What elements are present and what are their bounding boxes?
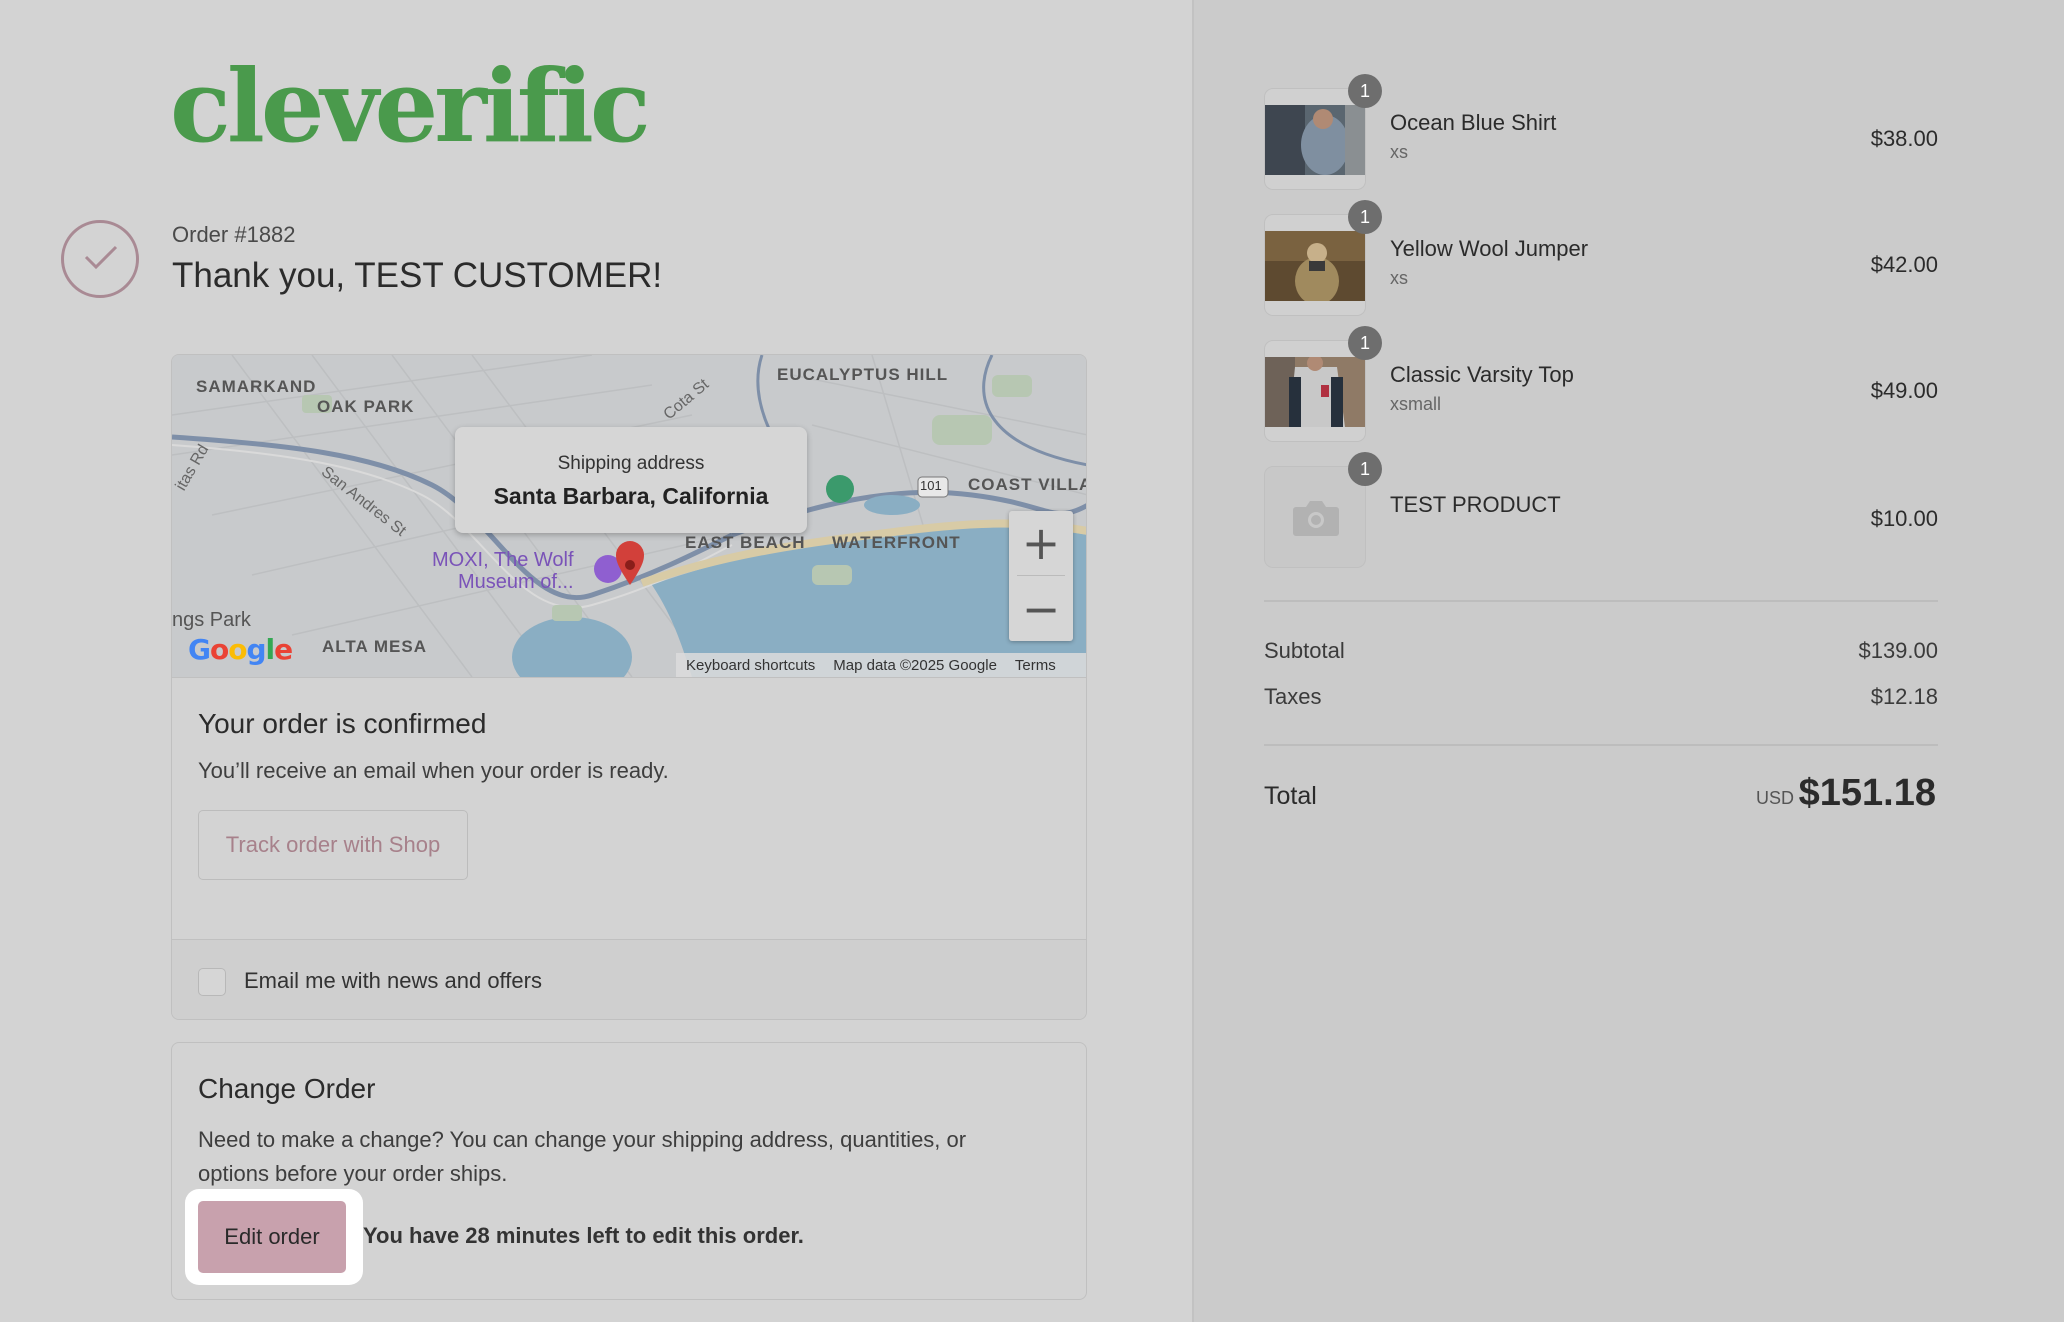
camera-icon [1293, 501, 1339, 536]
terms-link[interactable]: Terms [1015, 657, 1056, 674]
map-label-moxi-museum[interactable]: Museum of... [458, 571, 574, 594]
popup-address: Santa Barbara, California [493, 483, 769, 509]
product-thumbnail [1264, 466, 1366, 568]
product-photo-shirt [1265, 105, 1365, 175]
taxes-label: Taxes [1264, 684, 1322, 709]
quantity-badge: 1 [1348, 200, 1382, 234]
line-item: 1 Classic Varsity Top xsmall $49.00 [1264, 326, 1938, 442]
map-label-eucalyptus-hill: EUCALYPTUS HILL [777, 365, 949, 384]
quantity-badge: 1 [1348, 326, 1382, 360]
map-label-park: ngs Park [172, 609, 251, 631]
newsletter-label[interactable]: Email me with news and offers [244, 968, 542, 994]
order-number: Order #1882 [172, 222, 296, 247]
newsletter-checkbox[interactable] [198, 968, 226, 996]
subtotal-row: Subtotal $139.00 [1264, 638, 1938, 664]
map-label-alta-mesa: ALTA MESA [322, 637, 428, 656]
map-label-east-beach: EAST BEACH [685, 533, 806, 552]
item-variant: xs [1390, 142, 1408, 162]
map-label-waterfront: WATERFRONT [832, 533, 961, 552]
line-item: 1 Yellow Wool Jumper xs $42.00 [1264, 200, 1938, 316]
line-item: 1 Ocean Blue Shirt xs $38.00 [1264, 74, 1938, 190]
total-currency: USD [1756, 788, 1795, 808]
item-variant: xs [1390, 268, 1408, 288]
map-label-oak-park: OAK PARK [317, 397, 415, 416]
google-logo[interactable]: Google [188, 633, 293, 666]
item-price: $10.00 [1870, 506, 1938, 531]
shipping-address-popup: Shipping address Santa Barbara, Californ… [455, 427, 807, 533]
newsletter-section: Email me with news and offers [172, 939, 1086, 1019]
item-variant: xsmall [1390, 394, 1442, 414]
edit-time-left: You have 28 minutes left to edit this or… [363, 1223, 804, 1248]
zoom-separator [1017, 575, 1065, 576]
edit-order-button[interactable]: Edit order [198, 1201, 346, 1273]
change-order-title: Change Order [198, 1073, 376, 1104]
track-order-button[interactable]: Track order with Shop [198, 810, 468, 880]
item-price: $42.00 [1870, 252, 1938, 277]
product-thumbnail [1264, 340, 1366, 442]
taxes-value: $12.18 [1870, 684, 1938, 709]
change-order-card: Change Order Need to make a change? You … [171, 1042, 1087, 1300]
keyboard-shortcuts-link[interactable]: Keyboard shortcuts [686, 657, 815, 674]
thank-you-heading: Thank you, TEST CUSTOMER! [172, 256, 663, 295]
summary-divider [1264, 600, 1938, 602]
check-circle-icon [61, 220, 139, 298]
item-name: Yellow Wool Jumper [1390, 236, 1589, 261]
map-label-moxi[interactable]: MOXI, The Wolf [432, 549, 574, 572]
subtotal-value: $139.00 [1858, 638, 1938, 663]
map-zoom-controls: + − [1009, 511, 1073, 641]
line-item: 1 TEST PRODUCT $10.00 [1264, 452, 1938, 568]
subtotal-label: Subtotal [1264, 638, 1345, 663]
store-logo[interactable]: cleverific [170, 56, 651, 156]
item-name: TEST PRODUCT [1390, 492, 1561, 517]
map-label-coast-village: COAST VILLA [968, 475, 1087, 494]
item-price: $49.00 [1870, 378, 1938, 403]
map-label-samarkand: SAMARKAND [196, 377, 317, 396]
confirmed-title: Your order is confirmed [198, 708, 487, 739]
zoom-out-button[interactable]: − [1009, 577, 1073, 641]
item-price: $38.00 [1870, 126, 1938, 151]
zoom-in-button[interactable]: + [1009, 511, 1073, 575]
item-name: Classic Varsity Top [1390, 362, 1574, 387]
order-confirmed-section: Your order is confirmed You’ll receive a… [172, 677, 1086, 939]
map-data-text: Map data ©2025 Google [833, 656, 997, 674]
popup-title: Shipping address [557, 453, 705, 474]
item-name: Ocean Blue Shirt [1390, 110, 1557, 135]
shipping-map[interactable]: SAMARKAND OAK PARK EUCALYPTUS HILL COAST… [172, 355, 1087, 677]
product-thumbnail [1264, 88, 1366, 190]
total-divider [1264, 744, 1938, 746]
total-label: Total [1264, 782, 1317, 810]
product-thumbnail [1264, 214, 1366, 316]
product-photo-jumper [1265, 231, 1365, 301]
map-attribution: Keyboard shortcuts Map data ©2025 Google… [676, 653, 1086, 677]
order-status-card: SAMARKAND OAK PARK EUCALYPTUS HILL COAST… [171, 354, 1087, 1020]
change-order-text: Need to make a change? You can change yo… [198, 1127, 967, 1186]
product-photo-varsity [1265, 357, 1365, 427]
main-column: cleverific Order #1882 Thank you, TEST C… [0, 0, 1192, 1322]
taxes-row: Taxes $12.18 [1264, 684, 1938, 710]
quantity-badge: 1 [1348, 452, 1382, 486]
edit-order-highlight: Edit order [185, 1189, 363, 1285]
order-summary-column: 1 Ocean Blue Shirt xs $38.00 1 Yellow Wo… [1192, 0, 2064, 1322]
confirmed-text: You’ll receive an email when your order … [198, 758, 669, 783]
map-label-route-101: 101 [920, 478, 942, 493]
quantity-badge: 1 [1348, 74, 1382, 108]
total-value: $151.18 [1798, 772, 1936, 814]
